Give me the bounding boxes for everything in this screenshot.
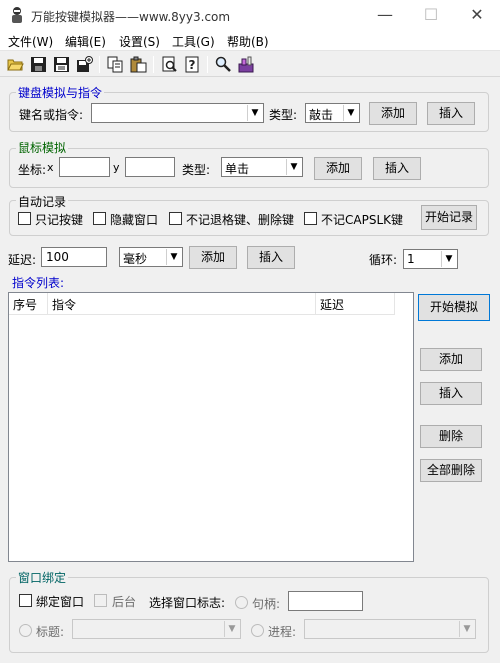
key-type-select[interactable]: 敲击 ▼: [305, 103, 360, 123]
chevron-down-icon: ▼: [441, 251, 456, 267]
column-header-command[interactable]: 指令: [48, 293, 316, 315]
properties-icon[interactable]: [76, 56, 93, 73]
minimize-button[interactable]: —: [362, 0, 408, 30]
command-list-title: 指令列表:: [12, 276, 65, 290]
copy-icon[interactable]: [107, 56, 124, 73]
key-add-button[interactable]: 添加: [369, 102, 417, 125]
chevron-down-icon: ▼: [459, 621, 474, 637]
skip-capslock-checkbox[interactable]: [304, 212, 317, 225]
menu-file[interactable]: 文件(W): [8, 33, 53, 50]
coord-label: 坐标:: [18, 163, 47, 177]
delay-insert-button[interactable]: 插入: [247, 246, 295, 269]
svg-text:?: ?: [189, 58, 196, 72]
menu-tools[interactable]: 工具(G): [172, 33, 215, 50]
x-coord-input[interactable]: [59, 157, 110, 177]
process-select[interactable]: ▼: [304, 619, 476, 639]
print-preview-icon[interactable]: [161, 56, 178, 73]
menu-edit[interactable]: 编辑(E): [65, 33, 106, 50]
menu-help[interactable]: 帮助(B): [227, 33, 269, 50]
open-folder-icon[interactable]: [7, 56, 24, 73]
chevron-down-icon: ▼: [224, 621, 239, 637]
key-insert-button[interactable]: 插入: [427, 102, 475, 125]
handle-input[interactable]: [288, 591, 363, 611]
bind-window-label: 绑定窗口: [36, 595, 85, 609]
paste-icon[interactable]: [130, 56, 147, 73]
background-checkbox[interactable]: [94, 594, 107, 607]
command-list[interactable]: [8, 292, 414, 562]
bind-window-checkbox[interactable]: [19, 594, 32, 607]
help-icon[interactable]: ?: [184, 56, 201, 73]
list-insert-button[interactable]: 插入: [420, 382, 482, 405]
key-type-value: 敲击: [309, 108, 334, 122]
skip-backspace-label: 不记退格键、删除键: [186, 213, 295, 227]
mouse-type-select[interactable]: 单击 ▼: [221, 157, 303, 177]
toolbar-separator: [99, 56, 100, 73]
auto-record-group-title: 自动记录: [16, 193, 69, 210]
record-keys-only-checkbox[interactable]: [18, 212, 31, 225]
key-name-combobox[interactable]: ▼: [91, 103, 264, 123]
window-title: 万能按键模拟器——www.8yy3.com: [31, 10, 231, 24]
window-bind-group: [9, 577, 489, 653]
list-add-button[interactable]: 添加: [420, 348, 482, 371]
delay-unit-value: 毫秒: [123, 252, 148, 266]
close-button[interactable]: ✕: [454, 0, 500, 30]
background-label: 后台: [112, 595, 137, 609]
menu-settings[interactable]: 设置(S): [119, 33, 160, 50]
delay-label: 延迟:: [8, 253, 37, 267]
start-simulation-button[interactable]: 开始模拟: [418, 294, 490, 321]
delay-add-button[interactable]: 添加: [189, 246, 237, 269]
loop-count-select[interactable]: 1 ▼: [403, 249, 458, 269]
process-label: 进程:: [268, 625, 297, 639]
hide-window-checkbox[interactable]: [93, 212, 106, 225]
title-radio[interactable]: [19, 624, 32, 637]
toolbar-separator: [153, 56, 154, 73]
mouse-group-title: 鼠标模拟: [16, 139, 69, 156]
chevron-down-icon: ▼: [286, 159, 301, 175]
chevron-down-icon: ▼: [166, 249, 181, 265]
list-delete-all-button[interactable]: 全部删除: [420, 459, 482, 482]
tools-icon[interactable]: [238, 56, 255, 73]
maximize-button[interactable]: ☐: [408, 0, 454, 30]
column-header-delay[interactable]: 延迟: [316, 293, 395, 315]
hide-window-label: 隐藏窗口: [110, 213, 159, 227]
save-icon[interactable]: [30, 56, 47, 73]
mouse-add-button[interactable]: 添加: [314, 157, 362, 180]
title-label: 标题:: [36, 625, 65, 639]
app-icon: [9, 6, 25, 24]
process-radio[interactable]: [251, 624, 264, 637]
window-bind-group-title: 窗口绑定: [16, 569, 69, 586]
key-name-label: 键名或指令:: [19, 108, 84, 122]
handle-radio[interactable]: [235, 596, 248, 609]
loop-count-value: 1: [407, 252, 415, 266]
select-window-flag-label: 选择窗口标志:: [149, 596, 226, 610]
loop-label: 循环:: [369, 253, 398, 267]
record-keys-only-label: 只记按键: [35, 213, 84, 227]
mouse-insert-button[interactable]: 插入: [373, 157, 421, 180]
y-coord-input[interactable]: [125, 157, 175, 177]
delay-input[interactable]: 100: [41, 247, 107, 267]
column-header-index[interactable]: 序号: [9, 293, 48, 315]
chevron-down-icon: ▼: [343, 105, 358, 121]
save-as-icon[interactable]: [53, 56, 70, 73]
toolbar-separator: [207, 56, 208, 73]
skip-capslock-label: 不记CAPSLK键: [321, 213, 403, 227]
list-delete-button[interactable]: 删除: [420, 425, 482, 448]
key-type-label: 类型:: [269, 108, 298, 122]
skip-backspace-checkbox[interactable]: [169, 212, 182, 225]
find-icon[interactable]: [215, 56, 232, 73]
handle-label: 句柄:: [252, 597, 281, 611]
delay-unit-select[interactable]: 毫秒 ▼: [119, 247, 183, 267]
start-record-button[interactable]: 开始记录: [421, 205, 477, 230]
chevron-down-icon: ▼: [247, 105, 262, 121]
x-label: x: [47, 161, 54, 174]
keyboard-group-title: 键盘模拟与指令: [16, 84, 105, 101]
mouse-type-label: 类型:: [182, 163, 211, 177]
y-label: y: [113, 161, 120, 174]
title-select[interactable]: ▼: [72, 619, 241, 639]
mouse-type-value: 单击: [225, 162, 250, 176]
